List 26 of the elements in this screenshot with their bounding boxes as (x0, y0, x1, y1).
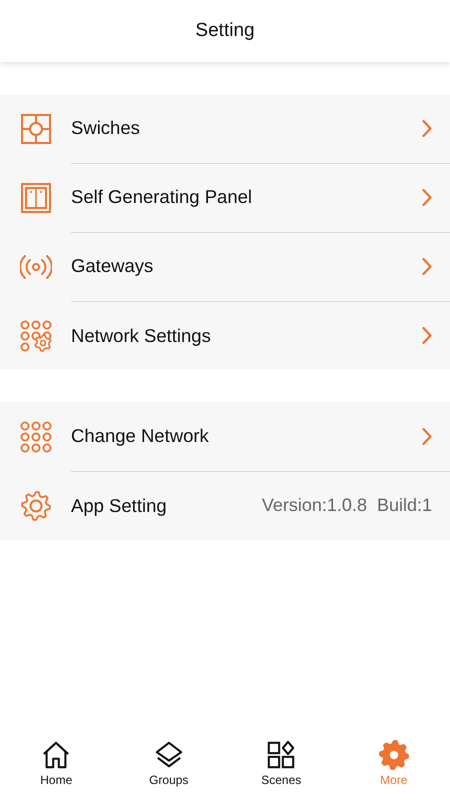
home-icon (41, 740, 72, 770)
dots-grid-icon (20, 420, 52, 452)
chevron-icon[interactable] (422, 120, 432, 136)
list-item-label[interactable]: Network Settings (71, 324, 422, 346)
grid-icon (266, 740, 296, 770)
switch-icon (20, 112, 52, 144)
list-item-label[interactable]: Self Generating Panel (71, 186, 422, 208)
chevron-icon[interactable] (422, 188, 432, 206)
list-item-label[interactable]: App Setting (71, 494, 262, 516)
tab-button[interactable]: Groups (112, 736, 225, 800)
tab-button[interactable]: Home (0, 736, 112, 800)
dots-gear-icon (20, 320, 52, 352)
screen-title: Setting (195, 20, 255, 42)
list-item-label[interactable]: Change Network (71, 425, 422, 447)
chevron-icon[interactable] (422, 327, 432, 344)
gear-icon (20, 490, 52, 522)
chevron-icon[interactable] (422, 258, 432, 274)
list-item-label[interactable]: Swiches (71, 117, 422, 139)
layers-icon (154, 740, 184, 770)
panel-icon (20, 182, 52, 214)
chevron-icon[interactable] (422, 428, 432, 444)
list-item-label[interactable]: Gateways (71, 255, 422, 277)
tab-button[interactable]: Scenes (225, 736, 338, 800)
gear-icon (378, 740, 409, 770)
list-row[interactable]: App Setting Version:1.0.8 Build:1 (0, 471, 450, 540)
version-info: Version:1.0.8 Build:1 (262, 495, 432, 516)
